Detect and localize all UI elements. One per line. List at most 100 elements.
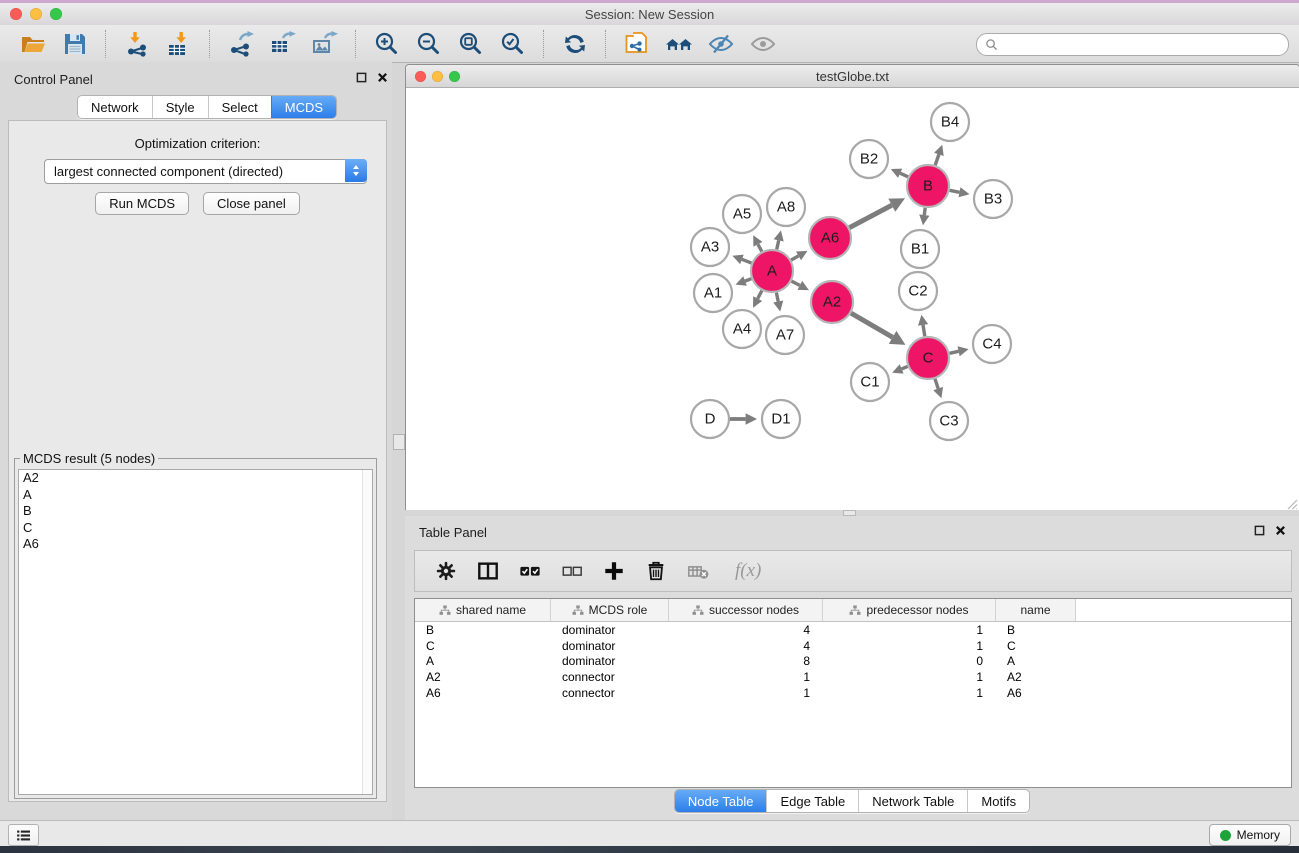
add-column-icon[interactable] — [596, 554, 632, 588]
column-header-name[interactable]: name — [996, 599, 1076, 621]
table-row[interactable]: Cdominator41C — [415, 638, 1291, 654]
graph-node-C2[interactable]: C2 — [899, 272, 937, 310]
graph-node-A2[interactable]: A2 — [811, 281, 853, 323]
table-row[interactable]: A2connector11A2 — [415, 669, 1291, 685]
graph-node-B4[interactable]: B4 — [931, 103, 969, 141]
first-neighbors-icon[interactable] — [662, 29, 696, 59]
graph-node-D1[interactable]: D1 — [762, 400, 800, 438]
graph-node-B2[interactable]: B2 — [850, 140, 888, 178]
close-control-panel-button[interactable] — [376, 71, 389, 84]
export-image-icon[interactable] — [308, 29, 342, 59]
select-all-checkboxes-icon[interactable] — [512, 554, 548, 588]
graph-node-A8[interactable]: A8 — [767, 188, 805, 226]
graph-edge-A-A1[interactable] — [745, 279, 751, 281]
table-tab-node-table[interactable]: Node Table — [675, 790, 767, 812]
delete-column-icon[interactable] — [638, 554, 674, 588]
settings-gear-icon[interactable] — [428, 554, 464, 588]
close-table-panel-button[interactable] — [1274, 524, 1287, 537]
graph-node-C1[interactable]: C1 — [851, 363, 889, 401]
graph-edge-B-B3[interactable] — [950, 190, 960, 192]
scrollbar-track[interactable] — [362, 470, 372, 794]
search-field[interactable] — [976, 33, 1289, 56]
mcds-result-item[interactable]: B — [19, 503, 372, 520]
column-header-predecessor-nodes[interactable]: predecessor nodes — [823, 599, 996, 621]
graph-node-C[interactable]: C — [907, 337, 949, 379]
graph-edge-A-A6[interactable] — [791, 256, 798, 260]
graph-edge-A-A3[interactable] — [742, 259, 752, 263]
graph-node-D[interactable]: D — [691, 400, 729, 438]
column-header-shared-name[interactable]: shared name — [415, 599, 551, 621]
graph-node-A7[interactable]: A7 — [766, 316, 804, 354]
mcds-result-list[interactable]: A2ABCA6 — [18, 469, 373, 795]
float-control-panel-button[interactable] — [355, 71, 368, 84]
open-session-icon[interactable] — [16, 29, 50, 59]
deselect-all-checkboxes-icon[interactable] — [554, 554, 590, 588]
network-window-titlebar[interactable]: testGlobe.txt — [406, 65, 1299, 88]
graph-edge-A-A2[interactable] — [792, 281, 800, 285]
zoom-fit-icon[interactable] — [454, 29, 488, 59]
table-row[interactable]: Adominator80A — [415, 654, 1291, 670]
table-tab-network-table[interactable]: Network Table — [858, 790, 967, 812]
graph-node-A[interactable]: A — [751, 250, 793, 292]
task-history-button[interactable] — [8, 824, 39, 846]
resize-grip-icon[interactable] — [1285, 497, 1298, 510]
graph-edge-A2-C[interactable] — [851, 313, 893, 337]
mcds-result-item[interactable]: C — [19, 520, 372, 537]
tab-select[interactable]: Select — [208, 96, 271, 118]
graph-node-A3[interactable]: A3 — [691, 228, 729, 266]
vertical-splitter-handle[interactable] — [393, 434, 405, 450]
zoom-out-icon[interactable] — [412, 29, 446, 59]
column-visibility-icon[interactable] — [470, 554, 506, 588]
close-mcds-panel-button[interactable]: Close panel — [203, 192, 300, 215]
column-header-successor-nodes[interactable]: successor nodes — [669, 599, 823, 621]
graph-node-A5[interactable]: A5 — [723, 195, 761, 233]
graph-edge-B-B4[interactable] — [935, 154, 939, 165]
float-table-panel-button[interactable] — [1253, 524, 1266, 537]
table-tab-motifs[interactable]: Motifs — [967, 790, 1029, 812]
hide-selected-icon[interactable] — [704, 29, 738, 59]
graph-node-C3[interactable]: C3 — [930, 402, 968, 440]
graph-node-A4[interactable]: A4 — [723, 310, 761, 348]
table-row[interactable]: Bdominator41B — [415, 622, 1291, 638]
graph-edge-C-C3[interactable] — [935, 379, 938, 389]
export-network-icon[interactable] — [224, 29, 258, 59]
zoom-in-icon[interactable] — [370, 29, 404, 59]
tab-style[interactable]: Style — [152, 96, 208, 118]
function-builder-button[interactable]: f(x) — [729, 559, 767, 583]
graph-node-A1[interactable]: A1 — [694, 274, 732, 312]
zoom-selected-icon[interactable] — [496, 29, 530, 59]
graph-node-C4[interactable]: C4 — [973, 325, 1011, 363]
save-session-icon[interactable] — [58, 29, 92, 59]
optimization-criterion-select[interactable]: largest connected component (directed) — [44, 159, 367, 184]
graph-edge-A-A4[interactable] — [758, 291, 762, 299]
table-tab-edge-table[interactable]: Edge Table — [766, 790, 858, 812]
run-mcds-button[interactable]: Run MCDS — [95, 192, 189, 215]
graph-edge-A-A5[interactable] — [758, 244, 762, 251]
graph-edge-A6-B[interactable] — [849, 205, 891, 228]
search-input[interactable] — [1003, 37, 1280, 53]
graph-edge-B-B1[interactable] — [924, 208, 925, 215]
graph-edge-B-B2[interactable] — [900, 173, 908, 177]
mcds-result-item[interactable]: A — [19, 487, 372, 504]
graph-edge-C-C1[interactable] — [902, 366, 908, 369]
mcds-result-item[interactable]: A2 — [19, 470, 372, 487]
import-network-icon[interactable] — [120, 29, 154, 59]
graph-edge-C-C2[interactable] — [923, 325, 925, 336]
tab-mcds[interactable]: MCDS — [271, 96, 336, 118]
import-table-icon[interactable] — [162, 29, 196, 59]
tab-network[interactable]: Network — [78, 96, 152, 118]
graph-node-B3[interactable]: B3 — [974, 180, 1012, 218]
graph-node-B[interactable]: B — [907, 165, 949, 207]
mcds-result-item[interactable]: A6 — [19, 536, 372, 553]
graph-edge-A-A8[interactable] — [777, 240, 779, 249]
graph-edge-A-A7[interactable] — [776, 293, 778, 302]
refresh-icon[interactable] — [558, 29, 592, 59]
graph-node-A6[interactable]: A6 — [809, 217, 851, 259]
network-canvas[interactable]: B4 B2 B B3 A8A5 A6 A3 B1 A C2 A1 A2 A4A7 C4 C C1 C3 D D1 — [406, 88, 1297, 509]
new-network-from-selection-icon[interactable] — [620, 29, 654, 59]
memory-button[interactable]: Memory — [1209, 824, 1291, 846]
table-row[interactable]: A6connector11A6 — [415, 685, 1291, 701]
graph-node-B1[interactable]: B1 — [901, 230, 939, 268]
graph-edge-C-C4[interactable] — [950, 351, 959, 353]
column-header-mcds-role[interactable]: MCDS role — [551, 599, 669, 621]
